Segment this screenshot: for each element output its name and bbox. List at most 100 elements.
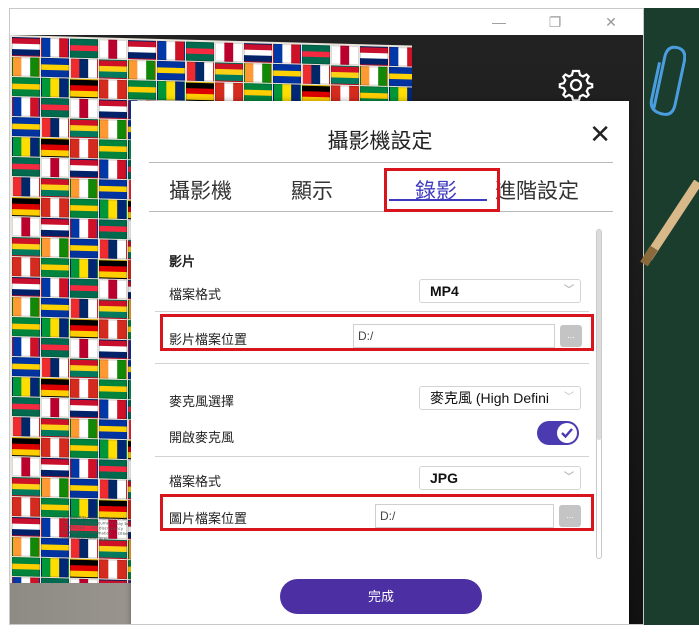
poster-flag xyxy=(128,60,156,80)
poster-flag xyxy=(41,157,69,178)
divider xyxy=(155,363,589,364)
poster-flag xyxy=(70,178,98,199)
minimize-button[interactable]: — xyxy=(476,9,522,35)
tab-display[interactable]: 顯示 xyxy=(291,175,333,205)
poster-flag xyxy=(41,297,69,318)
video-format-label: 檔案格式 xyxy=(169,287,222,302)
poster-flag xyxy=(12,537,40,557)
poster-flag xyxy=(99,439,127,460)
poster-flag xyxy=(99,479,127,500)
poster-flag xyxy=(186,61,214,82)
poster-flag xyxy=(12,457,40,477)
poster-flag xyxy=(12,237,40,257)
enable-mic-toggle[interactable] xyxy=(537,421,579,445)
poster-fineprint: © 2001 Altar Information Inc. All the pa… xyxy=(62,514,130,541)
mic-select[interactable]: 麥克風 (High Defini ﹀ xyxy=(419,386,581,410)
poster-flag xyxy=(41,37,69,58)
poster-flag xyxy=(70,58,98,79)
close-window-button[interactable]: ✕ xyxy=(588,9,634,35)
poster-flag xyxy=(12,257,40,277)
poster-flag xyxy=(41,457,69,478)
poster-flag xyxy=(70,278,98,299)
poster-flag xyxy=(302,44,330,65)
poster-flag xyxy=(99,279,127,300)
video-format-select[interactable]: MP4 ﹀ xyxy=(419,279,581,303)
poster-flag xyxy=(70,478,98,499)
poster-flag xyxy=(389,66,412,87)
poster-flag xyxy=(99,219,127,240)
poster-flag xyxy=(12,117,40,137)
dialog-title: 攝影機設定 xyxy=(327,130,433,153)
poster-flag xyxy=(70,198,98,219)
restore-button[interactable]: ❐ xyxy=(532,9,578,35)
poster-flag xyxy=(41,77,69,98)
poster-flag xyxy=(12,517,40,537)
poster-flag xyxy=(41,437,69,458)
poster-flag xyxy=(41,97,69,118)
tabs-divider-bottom xyxy=(149,211,613,212)
poster-flag xyxy=(12,57,40,77)
poster-flag xyxy=(186,81,214,102)
poster-flag xyxy=(99,199,127,220)
poster-flag xyxy=(70,538,98,559)
poster-flag xyxy=(12,297,40,317)
poster-flag xyxy=(99,359,127,380)
divider xyxy=(155,311,589,312)
poster-flag xyxy=(41,217,69,238)
tab-camera[interactable]: 攝影機 xyxy=(169,175,232,205)
poster-flag xyxy=(41,417,69,438)
poster-flag xyxy=(70,438,98,459)
close-dialog-button[interactable]: ✕ xyxy=(589,121,611,147)
tabs-divider-top xyxy=(149,162,613,163)
poster-flag xyxy=(244,63,272,83)
image-format-select[interactable]: JPG ﹀ xyxy=(419,466,581,490)
poster-flag xyxy=(12,137,40,157)
poster-flag xyxy=(99,179,127,200)
poster-flag xyxy=(99,39,127,60)
mic-select-value: 麥克風 (High Defini xyxy=(430,390,550,406)
poster-flag xyxy=(360,66,388,86)
poster-flag xyxy=(99,119,127,140)
poster-flag xyxy=(41,557,69,578)
title-bar: — ❐ ✕ xyxy=(10,9,643,35)
poster-flag xyxy=(99,79,127,100)
poster-flag xyxy=(41,377,69,398)
poster-flag xyxy=(157,40,185,61)
divider xyxy=(155,456,589,457)
poster-flag xyxy=(331,65,359,86)
poster-flag xyxy=(12,77,40,97)
poster-flag xyxy=(215,82,243,103)
poster-flag xyxy=(70,138,98,159)
poster-flag xyxy=(99,239,127,260)
poster-flag xyxy=(12,277,40,297)
poster-flag xyxy=(12,557,40,577)
gear-icon[interactable] xyxy=(558,67,594,103)
poster-flag xyxy=(41,477,69,498)
poster-flag xyxy=(70,418,98,439)
poster-flag xyxy=(302,64,330,85)
poster-flag xyxy=(273,43,301,64)
poster-flag xyxy=(360,46,388,66)
poster-flag xyxy=(41,317,69,338)
poster-flag xyxy=(41,257,69,278)
settings-scrollbar[interactable] xyxy=(596,229,602,559)
scrollbar-thumb[interactable] xyxy=(597,230,601,440)
tab-advanced-settings[interactable]: 進階設定 xyxy=(495,175,579,205)
poster-flag xyxy=(70,458,98,479)
poster-flag xyxy=(41,177,69,198)
poster-flag xyxy=(41,137,69,158)
poster-flag xyxy=(99,139,127,160)
poster-flag xyxy=(128,80,156,100)
highlight-box-image-location xyxy=(160,494,594,531)
chevron-down-icon: ﹀ xyxy=(564,285,574,296)
highlight-box-video-location xyxy=(160,314,594,351)
poster-flag xyxy=(12,397,40,417)
image-format-label: 檔案格式 xyxy=(169,474,222,489)
poster-flag xyxy=(215,42,243,63)
done-button[interactable]: 完成 xyxy=(280,579,482,614)
poster-flag xyxy=(70,558,98,579)
poster-flag xyxy=(70,118,98,139)
camera-app-window: — ❐ ✕ © 2001 Altar Information Inc. All … xyxy=(9,8,644,625)
poster-flag xyxy=(12,37,40,57)
poster-flag xyxy=(12,477,40,497)
